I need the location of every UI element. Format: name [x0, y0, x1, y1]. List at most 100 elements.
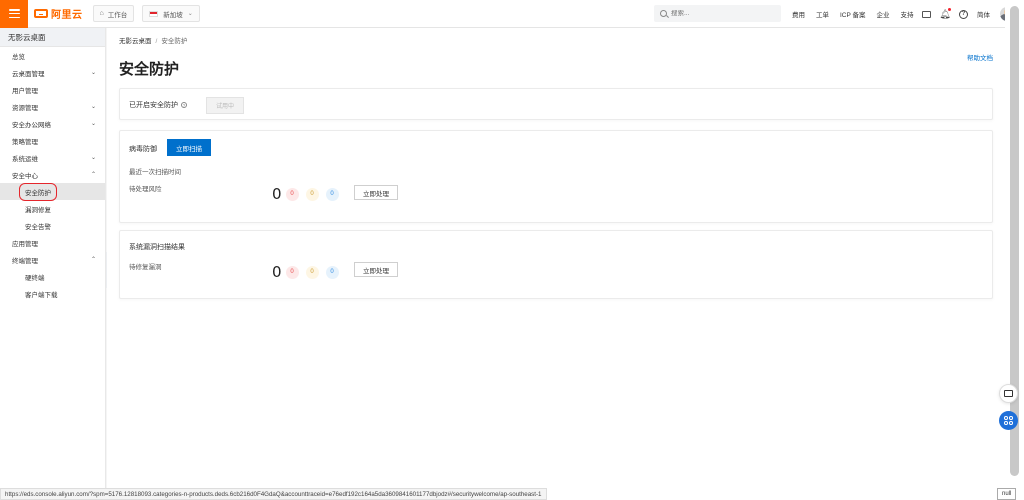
top-link-enterprise[interactable]: 企业 [877, 9, 890, 19]
sidebar-item-label: 客户端下载 [25, 291, 58, 299]
scrollbar-thumb[interactable] [1010, 6, 1019, 476]
search-input[interactable] [671, 10, 771, 17]
sidebar-item-office-network[interactable]: 安全办公网络 ⌄ [0, 115, 105, 132]
sidebar-item-security-alert[interactable]: 安全告警 [0, 217, 105, 234]
sidebar-title: 无影云桌面 [0, 28, 105, 47]
sidebar-item-label: 安全中心 [12, 172, 38, 180]
top-links: 费用 工单 ICP 备案 企业 支持 [792, 0, 925, 28]
sidebar-item-label: 硬终端 [25, 274, 45, 282]
region-selector[interactable]: 新加坡 ⌄ [142, 5, 200, 22]
help-icon[interactable]: ? [959, 9, 968, 19]
sidebar-item-ops[interactable]: 系统运维 ⌄ [0, 149, 105, 166]
info-icon[interactable]: ? [181, 102, 187, 109]
sidebar-item-label: 安全防护 [19, 182, 57, 201]
sidebar-item-label: 应用管理 [12, 240, 38, 248]
sidebar: 无影云桌面 总览 云桌面管理 ⌄ 用户管理 资源管理 ⌄ 安全办公网络 ⌄ 策略管理 … [0, 28, 106, 488]
help-doc-link[interactable]: 帮助文档 [967, 52, 993, 62]
breadcrumb-current: 安全防护 [161, 38, 188, 45]
sidebar-item-vuln-fix[interactable]: 漏洞修复 [0, 200, 105, 217]
search-icon [660, 10, 667, 17]
virus-defense-title: 病毒防御 [129, 146, 157, 153]
menu-icon[interactable] [0, 0, 28, 28]
vuln-stats: 0 0 0 0 [272, 263, 346, 281]
risk-medium-badge: 0 [305, 187, 319, 201]
chevron-up-icon: ⌃ [90, 257, 96, 263]
sidebar-item-policy-mgmt[interactable]: 策略管理 [0, 132, 105, 149]
chevron-down-icon: ⌄ [90, 155, 96, 161]
logo-icon [34, 9, 48, 18]
grid-icon [1004, 416, 1013, 425]
top-link-billing[interactable]: 费用 [792, 9, 805, 19]
chat-icon [1004, 390, 1013, 397]
sidebar-item-label: 总览 [12, 53, 25, 61]
virus-defense-card: 病毒防御 立即扫描 最近一次扫描时间 待处理风险 0 0 0 0 立即处理 [119, 130, 993, 223]
notification-dot [948, 8, 951, 11]
sidebar-item-label: 系统运维 [12, 155, 38, 163]
chevron-down-icon: ⌄ [90, 121, 96, 127]
top-navbar: 阿里云 ⌂ 工作台 新加坡 ⌄ 费用 工单 ICP 备案 企业 支持 🔔︎ ? … [0, 0, 1024, 28]
protection-status-card: 已开启安全防护? 试用中 [119, 88, 993, 120]
sidebar-nav: 总览 云桌面管理 ⌄ 用户管理 资源管理 ⌄ 安全办公网络 ⌄ 策略管理 系统运维 ⌄ … [0, 47, 105, 302]
breadcrumb-separator: / [155, 38, 158, 45]
sidebar-item-hardware-terminal[interactable]: 硬终端 [0, 268, 105, 285]
top-link-icp[interactable]: ICP 备案 [840, 9, 866, 19]
home-icon: ⌂ [99, 10, 104, 17]
breadcrumb-root[interactable]: 无影云桌面 [119, 38, 152, 45]
chevron-down-icon: ⌄ [90, 70, 96, 76]
region-label: 新加坡 [163, 11, 183, 19]
pending-risk-label: 待处理风险 [129, 186, 162, 193]
sidebar-item-label: 资源管理 [12, 104, 38, 112]
handle-vuln-button[interactable]: 立即处理 [354, 262, 398, 277]
aliyun-logo[interactable]: 阿里云 [34, 0, 83, 28]
risk-total: 0 [272, 185, 282, 203]
protection-label: 已开启安全防护? [129, 100, 187, 110]
bell-icon[interactable]: 🔔︎ [939, 8, 951, 19]
handle-risk-button[interactable]: 立即处理 [354, 185, 398, 200]
sidebar-item-security-protection[interactable]: 安全防护 [0, 182, 105, 201]
top-icons: 🔔︎ ? 简体 [921, 0, 1014, 28]
singapore-flag-icon [149, 10, 159, 17]
sidebar-item-label: 漏洞修复 [25, 206, 51, 214]
sidebar-item-client-download[interactable]: 客户端下载 [0, 285, 105, 302]
sidebar-item-label: 终端管理 [12, 257, 38, 265]
feedback-chat-button[interactable] [999, 384, 1018, 403]
sidebar-item-label: 云桌面管理 [12, 70, 45, 78]
sidebar-item-desktop-mgmt[interactable]: 云桌面管理 ⌄ [0, 64, 105, 81]
vuln-high-badge: 0 [285, 265, 299, 279]
chevron-down-icon: ⌄ [187, 11, 193, 17]
vuln-total: 0 [272, 263, 282, 281]
pending-vuln-label: 待修复漏洞 [129, 264, 162, 271]
status-url: https://eds.console.aliyun.com/?spm=5176… [0, 488, 547, 500]
sidebar-item-security-center[interactable]: 安全中心 ⌃ [0, 166, 105, 183]
message-icon[interactable] [921, 9, 931, 19]
chevron-up-icon: ⌃ [90, 172, 96, 178]
risk-stats: 0 0 0 0 [272, 185, 346, 203]
language-switch[interactable]: 简体 [977, 9, 990, 19]
vuln-scan-card: 系统漏洞扫描结果 待修复漏洞 0 0 0 0 立即处理 [119, 230, 993, 299]
apps-float-button[interactable] [999, 411, 1018, 430]
protection-label-text: 已开启安全防护 [129, 102, 178, 109]
top-link-support[interactable]: 支持 [901, 9, 914, 19]
sidebar-item-app-mgmt[interactable]: 应用管理 [0, 234, 105, 251]
scan-now-button[interactable]: 立即扫描 [167, 139, 211, 156]
chevron-down-icon: ⌄ [90, 104, 96, 110]
sidebar-item-label: 用户管理 [12, 87, 38, 95]
risk-low-badge: 0 [325, 187, 339, 201]
search-box[interactable] [654, 5, 781, 22]
status-chip: null [997, 488, 1017, 500]
sidebar-item-overview[interactable]: 总览 [0, 47, 105, 64]
vuln-low-badge: 0 [325, 265, 339, 279]
sidebar-item-resource-mgmt[interactable]: 资源管理 ⌄ [0, 98, 105, 115]
sidebar-item-terminal-mgmt[interactable]: 终端管理 ⌃ [0, 251, 105, 268]
workbench-button[interactable]: ⌂ 工作台 [92, 5, 135, 22]
top-link-ticket[interactable]: 工单 [816, 9, 829, 19]
breadcrumb: 无影云桌面 / 安全防护 [119, 35, 187, 45]
sidebar-item-user-mgmt[interactable]: 用户管理 [0, 81, 105, 98]
workbench-label: 工作台 [107, 11, 128, 19]
main-content: 无影云桌面 / 安全防护 安全防护 帮助文档 已开启安全防护? 试用中 病毒防御 立… [107, 28, 1005, 488]
risk-high-badge: 0 [285, 187, 299, 201]
trial-status-button: 试用中 [206, 97, 244, 114]
vuln-scan-title: 系统漏洞扫描结果 [129, 244, 185, 251]
sidebar-item-label: 安全告警 [25, 223, 51, 231]
sidebar-item-label: 安全办公网络 [12, 121, 51, 129]
